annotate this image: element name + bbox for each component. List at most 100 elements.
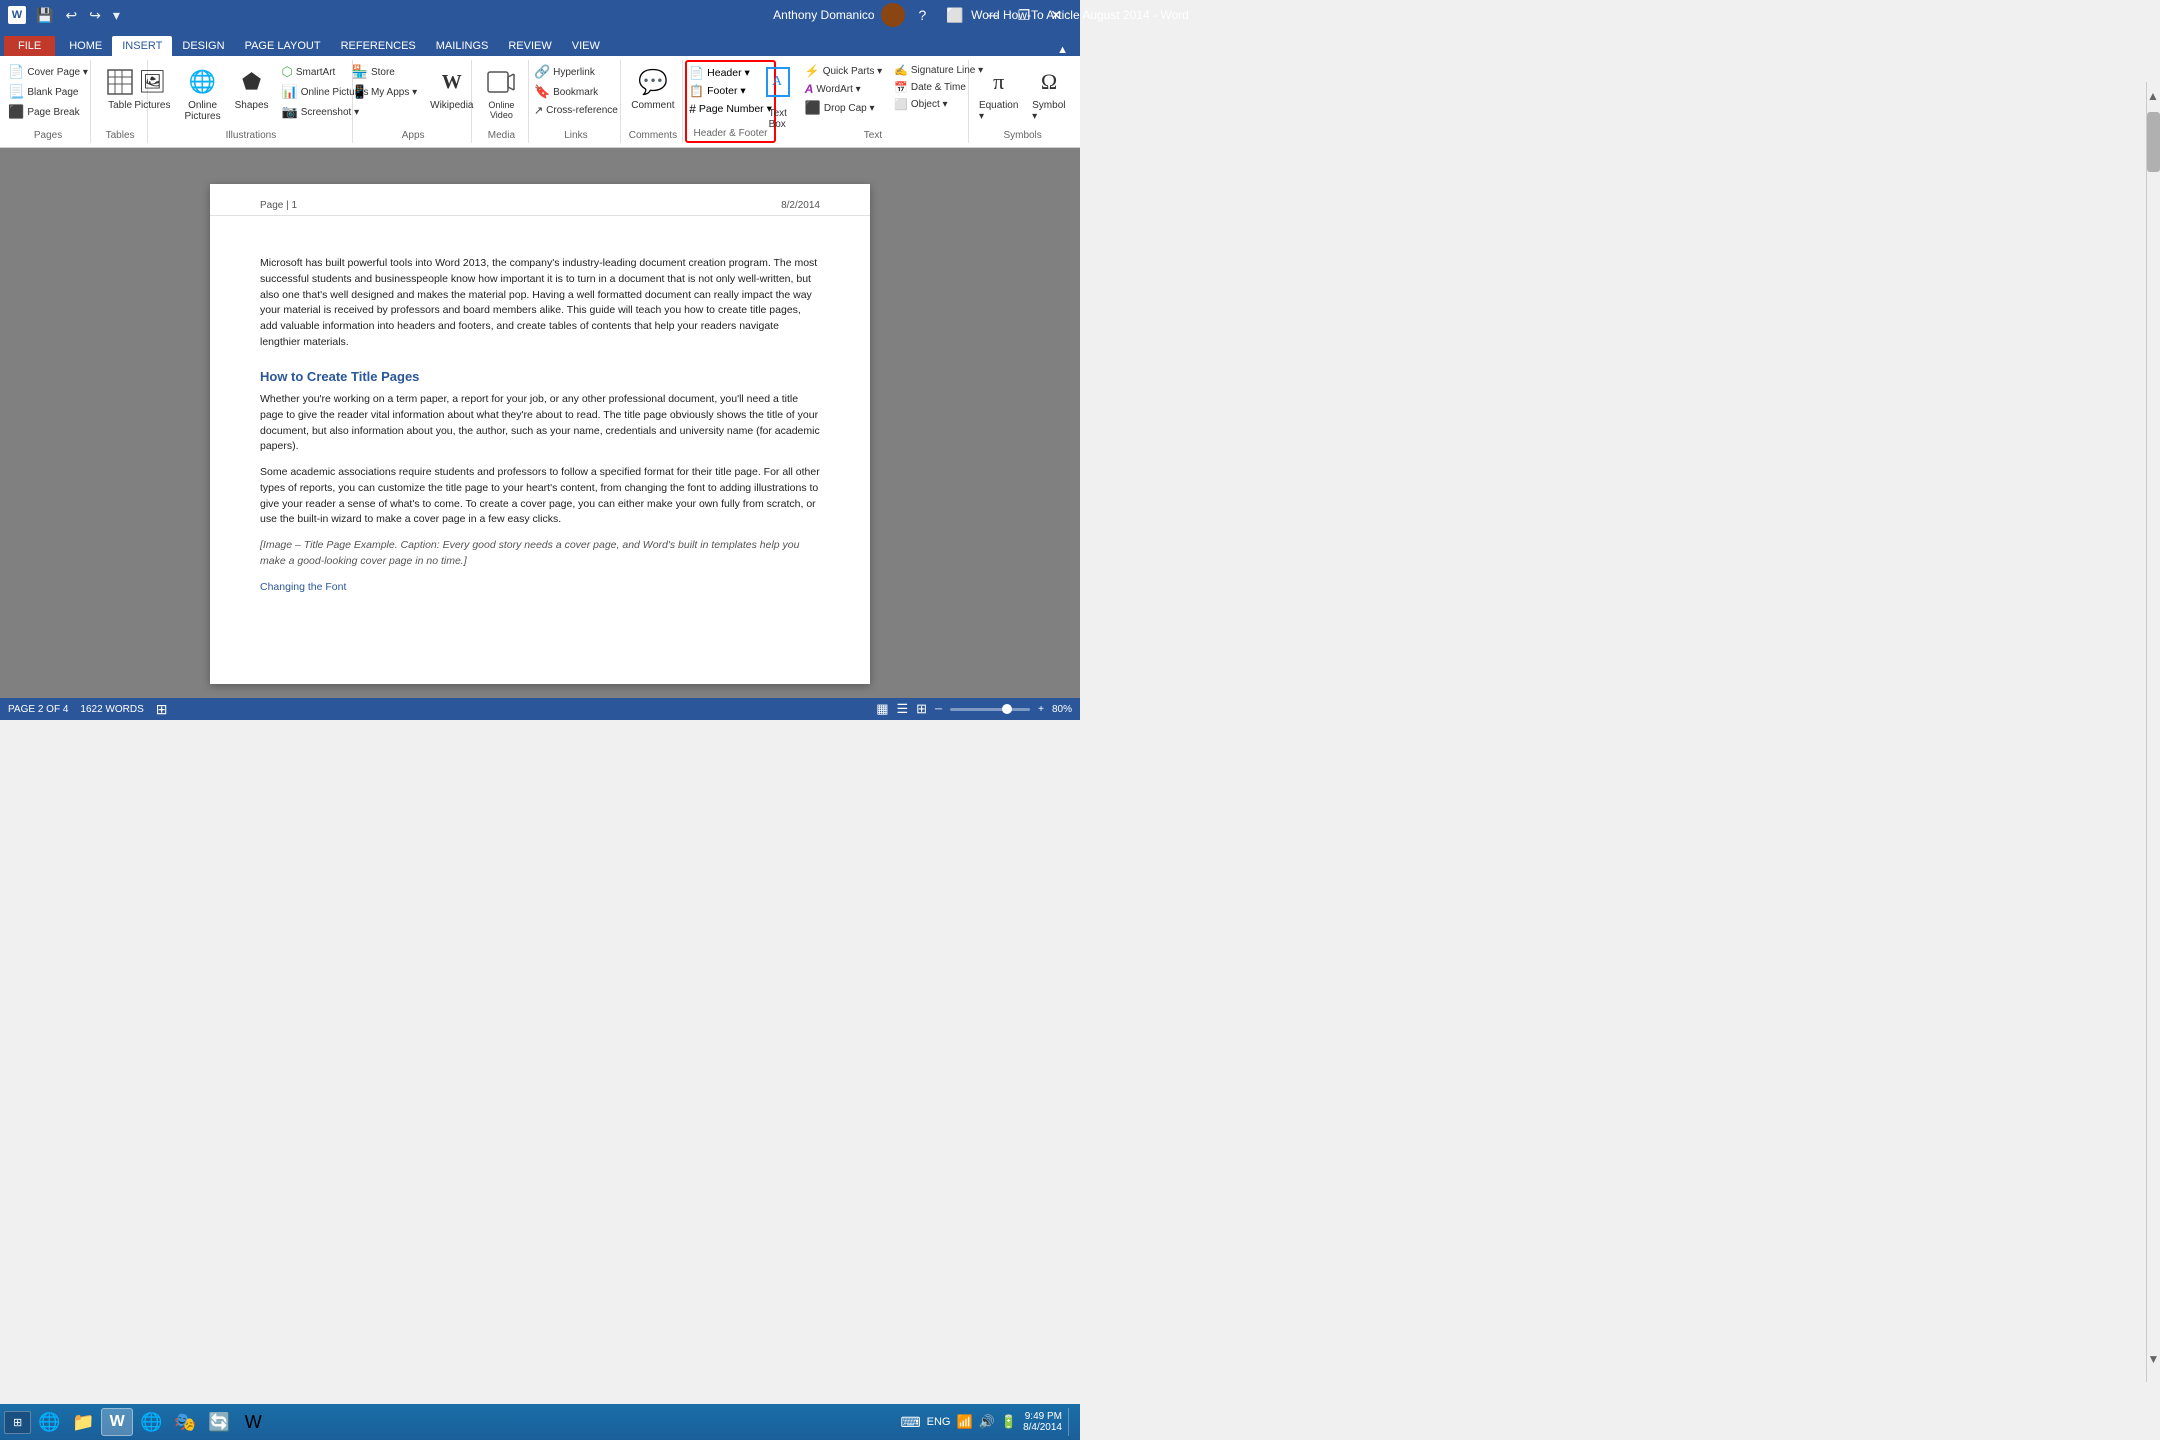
zoom-slider[interactable] — [950, 708, 1030, 711]
store-btn[interactable]: 🏪 Store — [347, 62, 422, 82]
page-2: Page | 1 8/2/2014 Microsoft has built po… — [210, 184, 870, 684]
hyperlink-btn[interactable]: 🔗 Hyperlink — [529, 62, 623, 82]
taskbar-network-icon[interactable]: 📶 — [957, 1414, 973, 1430]
tab-page-layout[interactable]: PAGE LAYOUT — [235, 36, 331, 56]
taskbar-word-btn[interactable]: W — [101, 1408, 133, 1436]
ribbon-group-symbols: π Equation ▾ Ω Symbol ▾ Symbols — [971, 60, 1074, 143]
changing-font-link[interactable]: Changing the Font — [260, 581, 346, 593]
view-reading-btn[interactable]: ☰ — [896, 701, 908, 717]
tab-mailings[interactable]: MAILINGS — [426, 36, 499, 56]
taskbar-word2-btn[interactable]: W — [237, 1408, 269, 1436]
shapes-btn[interactable]: ⬟ Shapes — [229, 62, 275, 115]
zoom-out-btn[interactable]: ─ — [935, 704, 942, 715]
heading-create-title-pages: How to Create Title Pages — [260, 367, 820, 387]
page-break-label: Page Break — [27, 107, 79, 118]
taskbar-volume-icon[interactable]: 🔊 — [979, 1414, 995, 1430]
ribbon-minimize-btn[interactable]: ⬜ — [940, 5, 969, 26]
paragraph-1: Microsoft has built powerful tools into … — [260, 256, 820, 351]
layout-icon[interactable]: ⊞ — [156, 701, 168, 718]
online-video-icon — [485, 66, 517, 98]
page-break-btn[interactable]: ⬛ Page Break — [3, 102, 93, 122]
taskbar-explorer-btn[interactable]: 📁 — [67, 1408, 99, 1436]
taskbar-media-btn[interactable]: 🎭 — [169, 1408, 201, 1436]
view-normal-btn[interactable]: ▦ — [876, 701, 888, 717]
ribbon-group-links: 🔗 Hyperlink 🔖 Bookmark ↗ Cross-reference… — [531, 60, 621, 143]
wordart-btn[interactable]: A WordArt ▾ — [800, 80, 887, 98]
chart-icon: 📊 — [282, 84, 298, 100]
customize-qa-btn[interactable]: ▾ — [109, 5, 124, 26]
taskbar-ie-btn[interactable]: 🌐 — [33, 1408, 65, 1436]
tab-design[interactable]: DESIGN — [172, 36, 234, 56]
taskbar-sync-btn[interactable]: 🔄 — [203, 1408, 235, 1436]
taskbar-keyboard-icon: ⌨ — [900, 1414, 920, 1431]
undo-qa-btn[interactable]: ↩ — [61, 5, 81, 26]
online-pictures-btn[interactable]: 🌐 OnlinePictures — [178, 62, 226, 126]
equation-btn[interactable]: π Equation ▾ — [973, 62, 1024, 126]
text-box-label: TextBox — [769, 108, 787, 130]
my-apps-btn[interactable]: 📱 My Apps ▾ — [347, 82, 422, 102]
user-area[interactable]: Anthony Domanico — [773, 3, 904, 27]
wordart-icon: A — [805, 82, 814, 96]
taskbar-lang-icon: ENG — [927, 1416, 951, 1428]
quick-parts-btn[interactable]: ⚡ Quick Parts ▾ — [800, 62, 887, 80]
taskbar-time-display[interactable]: 9:49 PM 8/4/2014 — [1023, 1411, 1062, 1433]
pictures-icon: 🖼 — [136, 66, 168, 98]
word-icon: W — [8, 6, 26, 24]
drop-cap-label: Drop Cap ▾ — [824, 103, 875, 114]
store-icon: 🏪 — [352, 64, 368, 80]
zoom-in-btn[interactable]: + — [1038, 704, 1044, 715]
online-video-label: OnlineVideo — [488, 100, 514, 120]
smartart-label: SmartArt — [296, 67, 335, 78]
start-button[interactable]: ⊞ — [4, 1411, 31, 1434]
blank-page-btn[interactable]: 📃 Blank Page — [3, 82, 93, 102]
comment-btn[interactable]: 💬 Comment — [625, 62, 680, 115]
header-icon: 📄 — [689, 66, 704, 80]
wikipedia-btn[interactable]: W Wikipedia — [424, 62, 479, 115]
tab-review[interactable]: REVIEW — [498, 36, 561, 56]
ribbon-group-comments: 💬 Comment Comments — [623, 60, 683, 143]
title-bar-left: W 💾 ↩ ↪ ▾ — [8, 5, 124, 26]
footer-icon: 📋 — [689, 84, 704, 98]
collapse-ribbon-btn[interactable]: ▲ — [1057, 44, 1068, 56]
header-label: Header ▾ — [707, 67, 750, 79]
text-box-btn[interactable]: A TextBox — [758, 62, 798, 133]
tab-home[interactable]: HOME — [59, 36, 112, 56]
hyperlink-icon: 🔗 — [534, 64, 550, 80]
word-count: 1622 WORDS — [80, 704, 143, 715]
cover-page-btn[interactable]: 📄 Cover Page ▾ — [3, 62, 93, 82]
save-qa-btn[interactable]: 💾 — [32, 5, 57, 26]
tab-view[interactable]: VIEW — [562, 36, 610, 56]
help-btn[interactable]: ? — [913, 5, 933, 25]
apps-group-label: Apps — [355, 130, 472, 141]
symbol-btn[interactable]: Ω Symbol ▾ — [1026, 62, 1072, 126]
status-right: ▦ ☰ ⊞ ─ + 80% — [876, 701, 1072, 717]
pictures-label: Pictures — [134, 100, 170, 111]
drop-cap-btn[interactable]: ⬛ Drop Cap ▾ — [800, 98, 887, 118]
bookmark-btn[interactable]: 🔖 Bookmark — [529, 82, 623, 102]
paragraph-3: Some academic associations require stude… — [260, 465, 820, 528]
shapes-label: Shapes — [235, 100, 269, 111]
cross-reference-btn[interactable]: ↗ Cross-reference — [529, 102, 623, 119]
pictures-btn[interactable]: 🖼 Pictures — [128, 62, 176, 115]
taskbar-chrome-btn[interactable]: 🌐 — [135, 1408, 167, 1436]
comment-icon: 💬 — [637, 66, 669, 98]
tab-file[interactable]: FILE — [4, 36, 55, 56]
ribbon-group-media: OnlineVideo Media — [474, 60, 529, 143]
object-icon: ⬜ — [894, 98, 908, 111]
online-video-btn[interactable]: OnlineVideo — [479, 62, 523, 124]
redo-qa-btn[interactable]: ↪ — [85, 5, 105, 26]
symbol-icon: Ω — [1033, 66, 1065, 98]
page-content[interactable]: Microsoft has built powerful tools into … — [210, 226, 870, 625]
zoom-thumb — [1002, 704, 1012, 714]
wikipedia-icon: W — [436, 66, 468, 98]
zoom-level[interactable]: 80% — [1052, 704, 1072, 715]
wikipedia-label: Wikipedia — [430, 100, 473, 111]
links-col: 🔗 Hyperlink 🔖 Bookmark ↗ Cross-reference — [529, 62, 623, 119]
tab-references[interactable]: REFERENCES — [331, 36, 426, 56]
text-box-icon: A — [764, 65, 792, 108]
tab-insert[interactable]: INSERT — [112, 36, 172, 56]
taskbar-show-desktop-btn[interactable] — [1068, 1408, 1072, 1436]
view-web-btn[interactable]: ⊞ — [916, 701, 927, 717]
quick-access-toolbar: 💾 ↩ ↪ ▾ — [32, 5, 124, 26]
bookmark-icon: 🔖 — [534, 84, 550, 100]
